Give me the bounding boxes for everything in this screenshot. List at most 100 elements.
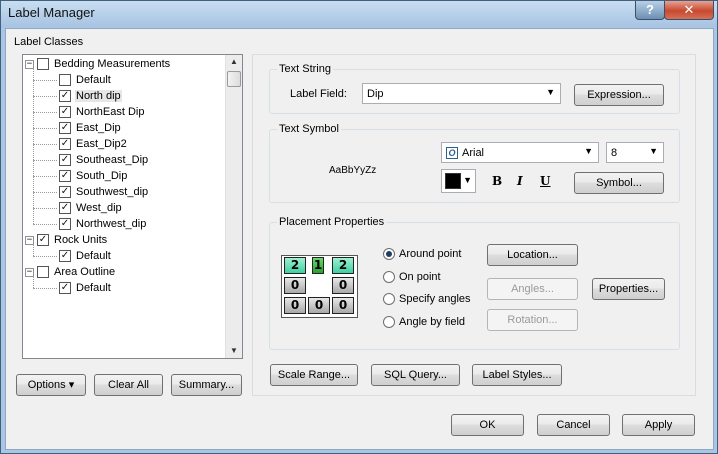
tree-item[interactable]: ✓ West_dip [59, 200, 123, 216]
tree-item-label: Default [76, 74, 111, 86]
tree-connector-line [33, 112, 57, 113]
options-button[interactable]: Options ▾ [16, 374, 86, 396]
tree-item-checkbox[interactable]: ✓ [59, 202, 71, 214]
tree-item[interactable]: ✓ North dip [59, 88, 122, 104]
text-color-picker[interactable]: ▼ [441, 169, 476, 193]
angle-by-field-label: Angle by field [399, 316, 466, 328]
radio-specify-angles[interactable] [383, 293, 395, 305]
grid-cell-middle-left[interactable]: 0 [284, 277, 306, 294]
tree-scrollbar[interactable]: ▲ ▼ [225, 55, 242, 358]
tree-item-checkbox[interactable]: ✓ [59, 138, 71, 150]
tree-item-checkbox[interactable]: ✓ [59, 106, 71, 118]
tree-item-label: East_Dip2 [76, 138, 127, 150]
grid-cell-bottom-left[interactable]: 0 [284, 297, 306, 314]
grid-cell-bottom-center[interactable]: 0 [308, 297, 330, 314]
summary-button[interactable]: Summary... [171, 374, 242, 396]
tree-item-checkbox[interactable]: ✓ [59, 186, 71, 198]
tree-item[interactable]: ✓ East_Dip [59, 120, 122, 136]
tree-item[interactable]: Default [59, 72, 112, 88]
tree-item-checkbox[interactable]: ✓ [59, 170, 71, 182]
dropdown-arrow-icon: ▼ [584, 146, 593, 156]
tree-item-checkbox[interactable]: ✓ [59, 90, 71, 102]
rotation-button[interactable]: Rotation... [487, 309, 578, 331]
italic-button[interactable]: I [517, 174, 523, 188]
radio-angle-by-field[interactable] [383, 316, 395, 328]
sql-query-button[interactable]: SQL Query... [371, 364, 460, 386]
tree-item-checkbox[interactable]: ✓ [59, 282, 71, 294]
placement-properties-title: Placement Properties [277, 216, 387, 228]
tree-item-checkbox[interactable]: ✓ [59, 122, 71, 134]
apply-button[interactable]: Apply [622, 414, 695, 436]
tree-item[interactable]: ✓ Default [59, 280, 112, 296]
on-point-label: On point [399, 271, 441, 283]
grid-cell-middle-right[interactable]: 0 [332, 277, 354, 294]
tree-item-checkbox[interactable]: ✓ [59, 218, 71, 230]
grid-cell-top-center[interactable]: 1 [312, 257, 324, 274]
tree-item[interactable]: − Area Outline [25, 264, 116, 280]
font-size-dropdown[interactable]: 8 ▼ [606, 142, 664, 163]
scale-range-button[interactable]: Scale Range... [270, 364, 358, 386]
expression-button[interactable]: Expression... [574, 84, 664, 106]
help-button[interactable]: ? [635, 1, 665, 20]
tree-item[interactable]: ✓ South_Dip [59, 168, 128, 184]
underline-button[interactable]: U [540, 174, 550, 188]
tree-item[interactable]: ✓ Southwest_dip [59, 184, 149, 200]
scroll-up-arrow-icon[interactable]: ▲ [226, 55, 242, 69]
close-button[interactable]: ✕ [664, 1, 714, 20]
grid-cell-top-left[interactable]: 2 [284, 257, 306, 274]
scroll-down-arrow-icon[interactable]: ▼ [226, 344, 242, 358]
tree-item-label: Default [76, 282, 111, 294]
tree-item-checkbox[interactable] [37, 266, 49, 278]
tree-item[interactable]: ✓ NorthEast Dip [59, 104, 145, 120]
cancel-button[interactable]: Cancel [537, 414, 610, 436]
tree-connector-line [33, 176, 57, 177]
options-dropdown-icon: ▾ [68, 379, 75, 391]
tree-item[interactable]: ✓ Default [59, 248, 112, 264]
label-styles-button[interactable]: Label Styles... [472, 364, 562, 386]
tree-item[interactable]: − Bedding Measurements [25, 56, 171, 72]
tree-item-label: West_dip [76, 202, 122, 214]
radio-around-point[interactable] [383, 248, 395, 260]
tree-item-label: Northwest_dip [76, 218, 147, 230]
tree-item-checkbox[interactable] [37, 58, 49, 70]
scroll-thumb[interactable] [227, 71, 241, 87]
label-field-dropdown[interactable]: Dip ▼ [362, 83, 561, 104]
properties-button[interactable]: Properties... [592, 278, 665, 300]
font-name-dropdown[interactable]: O Arial ▼ [441, 142, 599, 163]
bold-button[interactable]: B [492, 174, 502, 188]
label-manager-window: Label Manager ? ✕ Label Classes − Bedding… [0, 0, 718, 454]
text-string-title: Text String [277, 63, 333, 75]
label-field-value: Dip [367, 87, 384, 100]
tree-connector-line [33, 96, 57, 97]
tree-connector-line [33, 68, 34, 224]
symbol-button[interactable]: Symbol... [574, 172, 664, 194]
color-swatch [445, 173, 461, 189]
ok-button[interactable]: OK [451, 414, 524, 436]
options-label: Options [27, 379, 66, 391]
tree-item-label: Area Outline [54, 266, 116, 278]
tree-item[interactable]: ✓ East_Dip2 [59, 136, 128, 152]
dropdown-arrow-icon: ▼ [463, 175, 472, 185]
tree-item-label: South_Dip [76, 170, 128, 182]
label-classes-tree[interactable]: − Bedding Measurements Default ✓ North dip ✓ N… [22, 54, 243, 359]
dropdown-arrow-icon: ▼ [546, 87, 555, 97]
window-title: Label Manager [8, 5, 95, 20]
radio-on-point[interactable] [383, 271, 395, 283]
grid-cell-top-right[interactable]: 2 [332, 257, 354, 274]
specify-angles-label: Specify angles [399, 293, 471, 305]
title-bar[interactable]: Label Manager ? ✕ [1, 1, 717, 27]
tree-item-label: North dip [75, 90, 122, 102]
tree-connector-line [33, 80, 57, 81]
angles-button[interactable]: Angles... [487, 278, 578, 300]
tree-item-checkbox[interactable]: ✓ [37, 234, 49, 246]
tree-item[interactable]: ✓ Southeast_Dip [59, 152, 149, 168]
tree-item-checkbox[interactable]: ✓ [59, 154, 71, 166]
tree-item[interactable]: − ✓ Rock Units [25, 232, 108, 248]
tree-item-checkbox[interactable] [59, 74, 71, 86]
tree-item[interactable]: ✓ Northwest_dip [59, 216, 147, 232]
location-button[interactable]: Location... [487, 244, 578, 266]
grid-cell-bottom-right[interactable]: 0 [332, 297, 354, 314]
placement-priority-grid[interactable]: 2 1 2 0 0 0 0 0 [281, 255, 358, 318]
clear-all-button[interactable]: Clear All [94, 374, 163, 396]
tree-item-checkbox[interactable]: ✓ [59, 250, 71, 262]
